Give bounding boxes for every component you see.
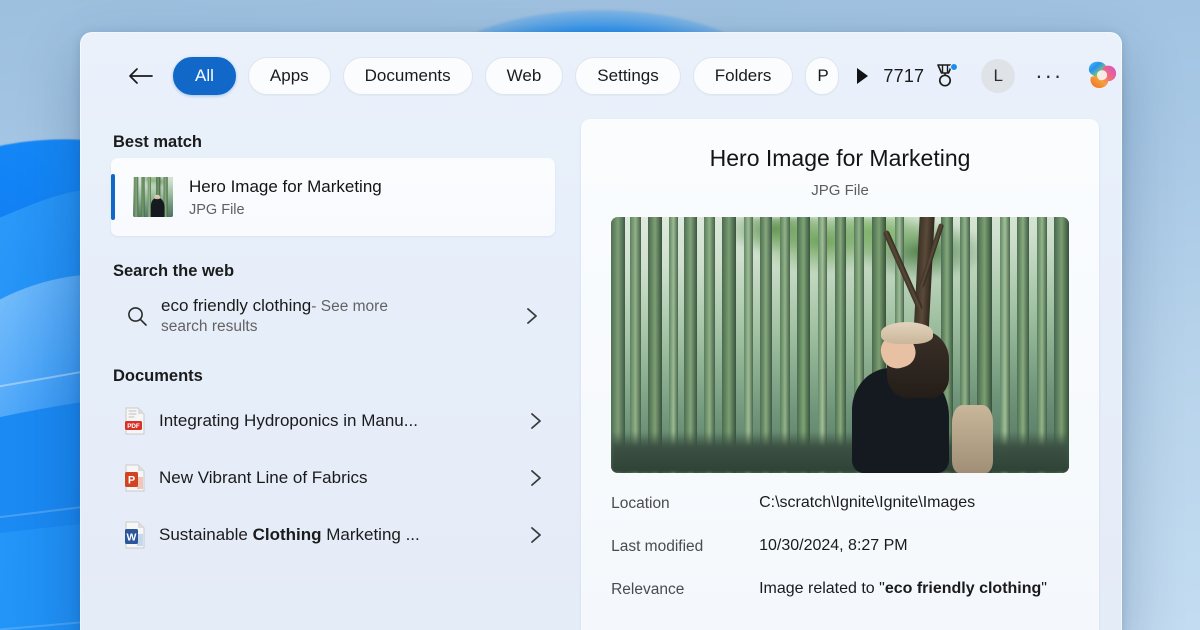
best-match-subtitle: JPG File [189, 201, 245, 218]
tab-all[interactable]: All [173, 57, 236, 95]
selection-indicator [111, 174, 115, 220]
preview-image[interactable] [611, 216, 1069, 473]
metadata-value: C:\scratch\Ignite\Ignite\Images [759, 493, 976, 511]
preview-title: Hero Image for Marketing [709, 145, 971, 171]
document-name: New Vibrant Line of Fabrics [159, 467, 368, 487]
metadata-key: Last modified [611, 537, 704, 555]
best-match-title: Hero Image for Marketing [189, 177, 382, 197]
chevron-right-icon[interactable] [519, 307, 545, 325]
search-window: All Apps Documents Web Settings Folders … [80, 32, 1122, 630]
tab-apps[interactable]: Apps [247, 57, 331, 95]
best-match-text: Hero Image for Marketing JPG File [189, 176, 382, 217]
document-row-powerpoint[interactable]: P New Vibrant Line of Fabrics [111, 449, 555, 506]
user-avatar[interactable]: L [981, 59, 1016, 93]
document-name-highlight: Clothing [252, 524, 322, 544]
tab-settings[interactable]: Settings [575, 57, 681, 95]
tab-folders[interactable]: Folders [692, 57, 794, 95]
svg-text:P: P [128, 474, 135, 486]
chevron-right-icon[interactable] [523, 469, 549, 487]
search-web-heading: Search the web [113, 262, 235, 280]
tabs-next-button[interactable] [847, 59, 877, 93]
word-file-icon: W [111, 521, 159, 549]
metadata-value: Image related to "eco friendly clothing" [759, 579, 1047, 600]
back-arrow-icon [129, 68, 153, 84]
points-count: 7717 [883, 65, 925, 86]
ellipsis-icon: ··· [1035, 63, 1064, 88]
web-search-result[interactable]: eco friendly clothing- See more search r… [111, 287, 555, 345]
chevron-right-icon[interactable] [523, 412, 549, 430]
metadata-row-location: Location C:\scratch\Ignite\Ignite\Images [611, 493, 1069, 536]
document-name: Integrating Hydroponics in Manu... [159, 410, 418, 430]
document-row-word[interactable]: W Sustainable Clothing Marketing ... [111, 506, 555, 563]
web-query: eco friendly clothing [161, 296, 312, 315]
tab-web[interactable]: Web [484, 57, 564, 95]
search-content: Best match Hero Image for Marketing JPG … [81, 119, 1121, 630]
document-name: Sustainable Clothing Marketing ... [159, 525, 523, 545]
tab-photos-clipped[interactable]: P [805, 57, 840, 95]
more-options-button[interactable]: ··· [1031, 59, 1067, 93]
document-name-suffix: Marketing ... [321, 524, 420, 544]
relevance-prefix: Image related to " [759, 579, 885, 597]
avatar-initial: L [993, 66, 1003, 85]
svg-text:W: W [127, 531, 137, 543]
documents-heading: Documents [113, 367, 203, 385]
powerpoint-file-icon: P [111, 464, 159, 492]
relevance-query: eco friendly clothing [884, 579, 1042, 597]
preview-pane: Hero Image for Marketing JPG File Locati… [573, 119, 1121, 630]
metadata-row-relevance: Relevance Image related to "eco friendly… [611, 579, 1069, 622]
search-toolbar: All Apps Documents Web Settings Folders … [81, 33, 1121, 119]
filter-tabs: All Apps Documents Web Settings Folders … [173, 57, 840, 95]
copilot-icon[interactable] [1081, 55, 1121, 97]
toolbar-right-group: 7717 L ··· [877, 55, 1121, 97]
relevance-suffix: " [1041, 579, 1047, 597]
svg-text:PDF: PDF [127, 423, 140, 430]
search-icon [113, 304, 161, 328]
tab-documents[interactable]: Documents [342, 57, 473, 95]
file-metadata: Location C:\scratch\Ignite\Ignite\Images… [611, 493, 1069, 622]
medal-icon [933, 63, 959, 89]
best-match-heading: Best match [113, 133, 202, 151]
web-result-line2: search results [161, 318, 258, 335]
preview-card: Hero Image for Marketing JPG File Locati… [581, 119, 1099, 630]
metadata-key: Location [611, 494, 670, 512]
file-thumbnail [133, 177, 173, 217]
chevron-right-icon[interactable] [523, 526, 549, 544]
best-match-result[interactable]: Hero Image for Marketing JPG File [111, 158, 556, 236]
play-triangle-icon [857, 68, 869, 84]
preview-subtitle: JPG File [811, 181, 869, 199]
document-row-pdf[interactable]: PDF Integrating Hydroponics in Manu... [111, 392, 555, 449]
document-name-prefix: Sustainable [159, 524, 253, 544]
web-result-text: eco friendly clothing- See more search r… [161, 296, 519, 336]
metadata-value: 10/30/2024, 8:27 PM [759, 536, 908, 554]
metadata-key: Relevance [611, 580, 685, 598]
rewards-points[interactable]: 7717 [877, 59, 963, 93]
results-pane: Best match Hero Image for Marketing JPG … [81, 119, 573, 630]
pdf-file-icon: PDF [111, 407, 159, 435]
metadata-row-last-modified: Last modified 10/30/2024, 8:27 PM [611, 536, 1069, 579]
back-button[interactable] [123, 59, 157, 93]
web-see-more: - See more [311, 298, 388, 315]
